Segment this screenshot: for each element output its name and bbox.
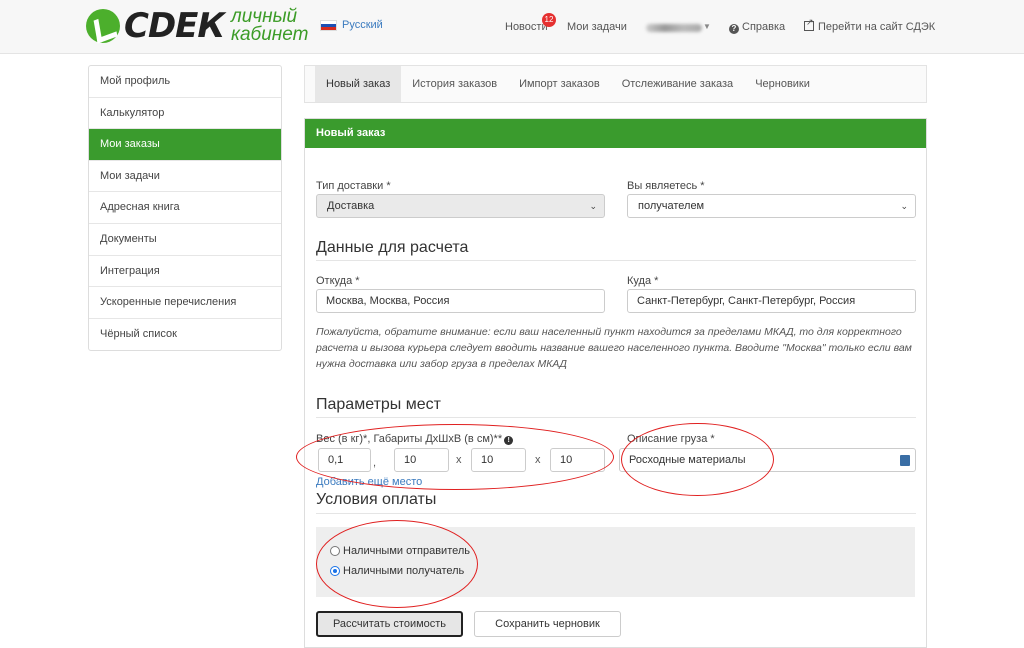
chevron-down-icon: ⌄ bbox=[589, 201, 597, 211]
annotation-ellipse-payment bbox=[316, 520, 478, 608]
language-label: Русский bbox=[342, 19, 383, 31]
sidebar-item-blacklist[interactable]: Чёрный список bbox=[89, 319, 281, 351]
calc-heading: Данные для расчета bbox=[316, 239, 469, 256]
caret-down-icon[interactable]: ▼ bbox=[703, 22, 711, 31]
sidebar-item-tasks[interactable]: Мои задачи bbox=[89, 161, 281, 193]
sidebar-item-profile[interactable]: Мой профиль bbox=[89, 66, 281, 98]
tab-tracking[interactable]: Отслеживание заказа bbox=[611, 66, 745, 102]
sidebar-menu: Мой профиль Калькулятор Мои заказы Мои з… bbox=[88, 65, 282, 352]
logo-check-icon bbox=[86, 9, 120, 43]
news-badge: 12 bbox=[542, 13, 556, 27]
delivery-type-label: Тип доставки * bbox=[316, 180, 391, 192]
moscow-note: Пожалуйста, обратите внимание: если ваш … bbox=[316, 326, 912, 370]
from-label: Откуда * bbox=[316, 275, 360, 287]
tab-new-order[interactable]: Новый заказ bbox=[315, 66, 402, 102]
user-menu-blurred[interactable] bbox=[646, 24, 702, 32]
russian-flag-icon bbox=[320, 19, 337, 31]
sidebar-item-address-book[interactable]: Адресная книга bbox=[89, 192, 281, 224]
sidebar-item-integration[interactable]: Интеграция bbox=[89, 256, 281, 288]
question-icon: ? bbox=[729, 24, 739, 34]
you-are-value: получателем bbox=[638, 200, 705, 212]
go-to-site-label: Перейти на сайт СДЭК bbox=[818, 21, 936, 33]
tasks-link[interactable]: Мои задачи bbox=[567, 21, 627, 33]
delivery-type-select[interactable]: Доставка ⌄ bbox=[316, 194, 605, 218]
annotation-ellipse-cargo bbox=[621, 423, 774, 496]
sidebar-item-orders[interactable]: Мои заказы bbox=[89, 129, 281, 161]
panel-title: Новый заказ bbox=[305, 119, 926, 148]
divider bbox=[316, 513, 916, 514]
tab-order-history[interactable]: История заказов bbox=[401, 66, 508, 102]
external-link-icon bbox=[804, 17, 814, 31]
top-header: СDЕК личный кабинет Русский Новости 12 М… bbox=[0, 0, 1024, 54]
you-are-label: Вы являетесь * bbox=[627, 180, 705, 192]
calculate-button[interactable]: Рассчитать стоимость bbox=[316, 611, 463, 637]
language-switch[interactable]: Русский bbox=[320, 19, 383, 31]
to-label: Куда * bbox=[627, 275, 659, 287]
to-input[interactable]: Санкт-Петербург, Санкт-Петербург, Россия bbox=[627, 289, 916, 313]
news-link[interactable]: Новости bbox=[505, 21, 548, 33]
payment-heading: Условия оплаты bbox=[316, 491, 437, 508]
tab-import-orders[interactable]: Импорт заказов bbox=[508, 66, 611, 102]
save-draft-button[interactable]: Сохранить черновик bbox=[474, 611, 621, 637]
help-label: Справка bbox=[742, 21, 786, 33]
go-to-site-link[interactable]: Перейти на сайт СДЭК bbox=[804, 17, 936, 33]
divider bbox=[316, 417, 916, 418]
annotation-ellipse-dimensions bbox=[296, 424, 614, 490]
logo-subtitle-line2: кабинет bbox=[231, 24, 309, 45]
logo-subtitle: личный кабинет bbox=[231, 7, 309, 45]
sidebar-item-documents[interactable]: Документы bbox=[89, 224, 281, 256]
logo-text: СDЕК bbox=[124, 6, 225, 46]
sidebar-item-fast-transfers[interactable]: Ускоренные перечисления bbox=[89, 287, 281, 319]
cdek-logo[interactable]: СDЕК bbox=[86, 6, 225, 46]
help-link[interactable]: ? Справка bbox=[729, 21, 785, 34]
places-heading: Параметры мест bbox=[316, 396, 441, 413]
you-are-select[interactable]: получателем ⌄ bbox=[627, 194, 916, 218]
from-input[interactable]: Москва, Москва, Россия bbox=[316, 289, 605, 313]
orders-tabs: Новый заказ История заказов Импорт заказ… bbox=[304, 65, 927, 103]
chevron-down-icon: ⌄ bbox=[900, 201, 908, 211]
delivery-type-value: Доставка bbox=[327, 200, 375, 212]
address-book-icon[interactable] bbox=[900, 455, 910, 466]
sidebar-item-calculator[interactable]: Калькулятор bbox=[89, 98, 281, 130]
divider bbox=[316, 260, 916, 261]
tab-drafts[interactable]: Черновики bbox=[744, 66, 821, 102]
